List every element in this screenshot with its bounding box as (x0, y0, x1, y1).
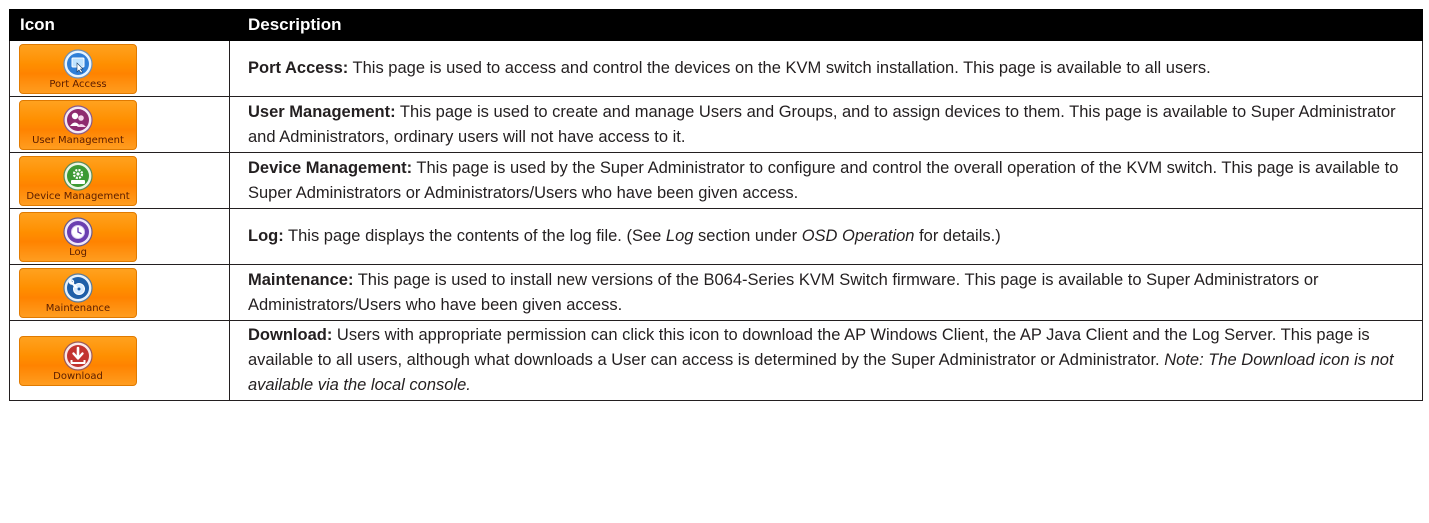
description-cell: Port Access: This page is used to access… (229, 40, 1423, 97)
button-label: Log (69, 246, 87, 258)
button-label: Download (53, 371, 103, 382)
row-title: Device Management: (248, 158, 413, 177)
button-label: Device Management (26, 190, 130, 202)
download-button[interactable]: Download (19, 336, 137, 386)
user-management-button[interactable]: User Management (19, 99, 137, 150)
description-cell: Download: Users with appropriate permiss… (229, 320, 1423, 401)
download-icon (63, 341, 93, 371)
emphasis-osd-operation: OSD Operation (801, 227, 915, 245)
button-label: Maintenance (45, 302, 111, 314)
description-cell: User Management: This page is used to cr… (229, 96, 1423, 153)
log-button[interactable]: Log (19, 211, 137, 262)
description-cell: Device Management: This page is used by … (229, 152, 1423, 209)
row-title: Port Access: (248, 59, 349, 77)
table-row: User Management User Management: This pa… (9, 96, 1423, 153)
port-access-button[interactable]: Port Access (19, 43, 137, 94)
table-row: Port Access Port Access: This page is us… (9, 40, 1423, 97)
row-text: This page is used to access and control … (348, 59, 1211, 77)
user-management-icon (63, 104, 93, 135)
table-row: Download Download: Users with appropriat… (9, 320, 1423, 401)
button-label: User Management (32, 134, 124, 146)
button-label: Port Access (49, 78, 107, 90)
log-clock-icon (63, 216, 93, 247)
maintenance-icon (63, 272, 93, 303)
table-row: Maintenance Maintenance: This page is us… (9, 264, 1423, 321)
device-management-icon (63, 160, 93, 191)
table-header-row: Icon Description (9, 9, 1423, 41)
row-text: This page is used to install new version… (248, 270, 1319, 314)
emphasis-log: Log (665, 227, 694, 245)
row-title: User Management: (248, 102, 396, 121)
row-text: This page is used to create and manage U… (248, 102, 1396, 146)
description-cell: Maintenance: This page is used to instal… (229, 264, 1423, 321)
row-title: Maintenance: (248, 270, 354, 289)
port-access-icon (63, 48, 93, 79)
description-cell: Log: This page displays the contents of … (229, 208, 1423, 265)
description-column-header: Description (229, 9, 1423, 41)
table-row: Log Log: This page displays the contents… (9, 208, 1423, 265)
icon-description-table: Icon Description Port Access Port Access… (9, 9, 1423, 401)
row-text: This page is used by the Super Administr… (248, 158, 1399, 202)
row-title: Download: (248, 326, 333, 344)
device-management-button[interactable]: Device Management (19, 155, 137, 206)
row-title: Log: (248, 227, 284, 245)
icon-column-header: Icon (9, 9, 230, 41)
maintenance-button[interactable]: Maintenance (19, 267, 137, 318)
table-row: Device Management Device Management: Thi… (9, 152, 1423, 209)
